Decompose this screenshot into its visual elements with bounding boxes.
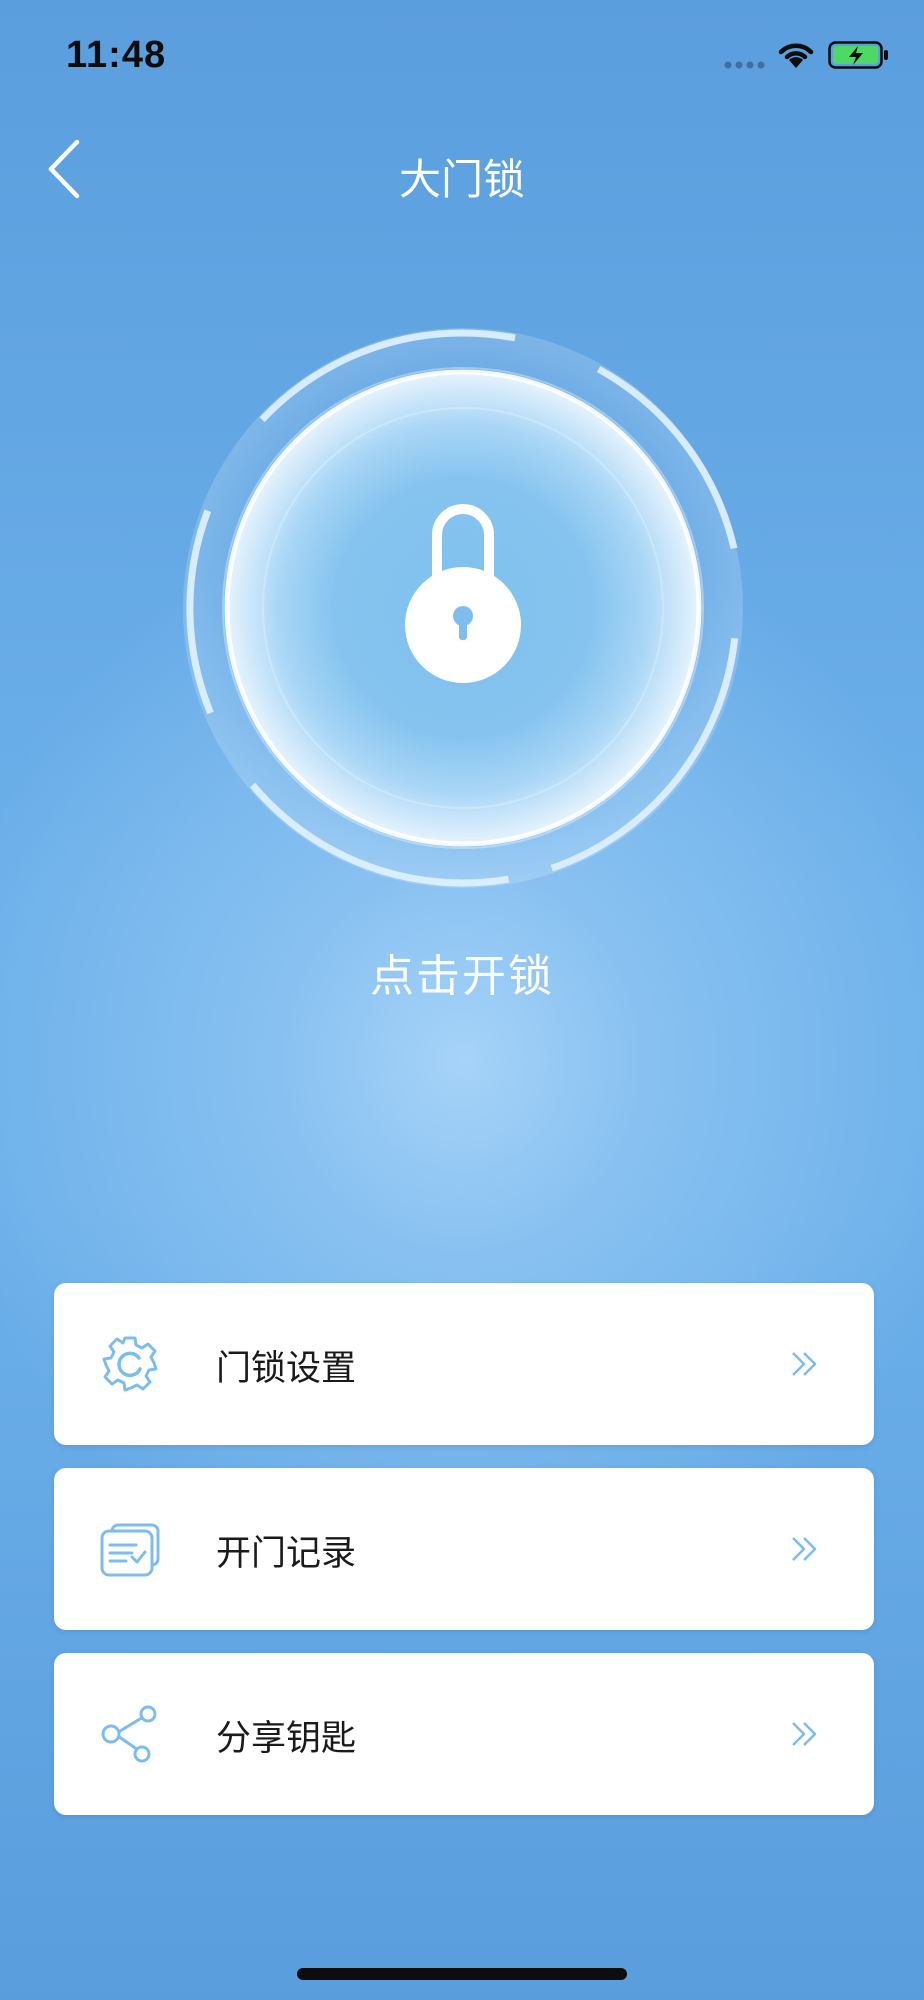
menu-item-label: 分享钥匙: [216, 1719, 357, 1759]
double-chevron-right-icon: [792, 1537, 817, 1561]
records-list-icon: [100, 1523, 160, 1577]
share-icon: [101, 1705, 157, 1763]
status-time: 11:48: [66, 34, 167, 76]
wifi-icon: [778, 43, 814, 68]
menu-item-unlock-records[interactable]: 开门记录: [54, 1468, 874, 1630]
menu-item-share-key[interactable]: 分享钥匙: [54, 1653, 874, 1815]
home-indicator[interactable]: [297, 1968, 627, 1980]
action-menu: 门锁设置 开门记录 分享钥匙: [54, 1283, 874, 1838]
page-title: 大门锁: [398, 155, 525, 204]
unlock-button[interactable]: [180, 325, 746, 891]
unlock-label[interactable]: 点击开锁: [0, 940, 924, 1004]
nav-bar: 大门锁: [0, 120, 924, 220]
menu-item-lock-settings[interactable]: 门锁设置: [54, 1283, 874, 1445]
battery-charging-icon: [828, 41, 888, 69]
menu-item-label: 门锁设置: [216, 1349, 357, 1389]
double-chevron-right-icon: [792, 1352, 817, 1376]
lock-dial-graphic: [183, 328, 743, 888]
menu-item-label: 开门记录: [216, 1534, 357, 1574]
gear-icon: [102, 1336, 158, 1392]
double-chevron-right-icon: [792, 1722, 817, 1746]
cellular-signal-icon: [724, 61, 765, 69]
status-bar: 11:48: [0, 0, 924, 110]
